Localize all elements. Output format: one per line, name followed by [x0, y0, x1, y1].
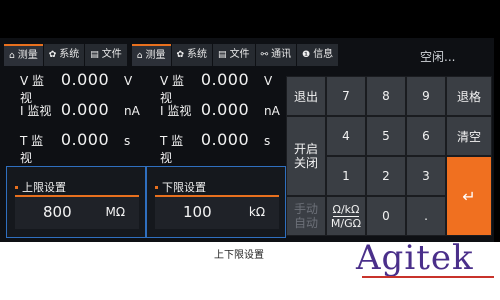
- key-1[interactable]: 1: [326, 156, 366, 196]
- tab-info[interactable]: ❶ 信息: [297, 44, 339, 66]
- monitor-row-current: I 监视 0.000 nA: [6, 100, 146, 130]
- info-icon: ❶: [302, 50, 311, 60]
- brand-logo: Agitek: [356, 238, 474, 278]
- gear-icon: ✿: [176, 50, 185, 60]
- bullet-icon: [15, 185, 18, 189]
- monitor-label: T 监视: [20, 134, 44, 165]
- manual-label: 手动: [293, 202, 318, 216]
- key-0[interactable]: 0: [366, 196, 406, 236]
- instrument-screen: ⌂ 测量 ✿ 系统 ▤ 文件 ⌂ 测量 ✿ 系统 ▤ 文件 ⚯ 通讯 ❶ 信息 …: [0, 38, 500, 242]
- monitor-value: 0.000: [200, 100, 250, 119]
- key-8[interactable]: 8: [366, 76, 406, 116]
- toggle-on-label: 开启: [293, 142, 318, 156]
- monitor-label: V 监视: [160, 74, 185, 105]
- monitor-label: T 监视: [160, 134, 184, 165]
- monitor-row-time: T 监视 0.000 s: [146, 130, 286, 165]
- monitor-unit: V: [124, 74, 133, 88]
- upper-limit-field[interactable]: 800 MΩ: [15, 195, 139, 229]
- key-4[interactable]: 4: [326, 116, 366, 156]
- auto-label: 自动: [293, 216, 318, 230]
- numeric-keypad: 退出 7 8 9 退格 开启 关闭 4 5 6 清空 1 2 3 ↵ 手动 自动…: [286, 76, 492, 236]
- unit-top-label: Ω/kΩ: [332, 202, 360, 217]
- tab-label: 系统: [59, 49, 80, 60]
- upper-limit-label: 上限设置: [22, 181, 66, 194]
- monitor-unit: V: [264, 74, 273, 88]
- monitor-value: 0.000: [200, 70, 250, 89]
- upper-limit-unit: MΩ: [105, 205, 125, 219]
- manual-auto-button[interactable]: 手动 自动: [286, 196, 326, 236]
- tab-system-left[interactable]: ✿ 系统: [43, 44, 85, 66]
- network-icon: ⚯: [260, 50, 269, 60]
- home-icon: ⌂: [136, 51, 143, 61]
- monitor-panel-left: V 监视 0.000 V I 监视 0.000 nA T 监视 0.000 s: [6, 70, 146, 166]
- exit-button[interactable]: 退出: [286, 76, 326, 116]
- tab-file-right[interactable]: ▤ 文件: [213, 44, 255, 66]
- tab-system-right[interactable]: ✿ 系统: [171, 44, 213, 66]
- key-5[interactable]: 5: [366, 116, 406, 156]
- monitor-value: 0.000: [60, 70, 110, 89]
- lower-limit-value: 100: [183, 203, 212, 221]
- lower-limit-box[interactable]: 下限设置 100 kΩ: [146, 166, 286, 238]
- device-bezel-top: [0, 0, 500, 38]
- tab-label: 信息: [313, 49, 334, 60]
- monitor-value: 0.000: [60, 130, 110, 149]
- monitor-unit: s: [124, 134, 131, 148]
- key-6[interactable]: 6: [406, 116, 446, 156]
- lower-limit-label: 下限设置: [162, 181, 206, 194]
- tab-label: 系统: [187, 49, 208, 60]
- key-9[interactable]: 9: [406, 76, 446, 116]
- monitor-row-current: I 监视 0.000 nA: [146, 100, 286, 130]
- upper-limit-title: 上限设置: [15, 179, 66, 195]
- tab-label: 测量: [17, 50, 38, 61]
- monitor-row-voltage: V 监视 0.000 V: [6, 70, 146, 105]
- monitor-row-time: T 监视 0.000 s: [6, 130, 146, 165]
- key-decimal[interactable]: .: [406, 196, 446, 236]
- clear-button[interactable]: 清空: [446, 116, 492, 156]
- toggle-off-label: 关闭: [293, 156, 318, 170]
- tab-label: 测量: [145, 50, 166, 61]
- bullet-icon: [155, 185, 158, 189]
- logo-underline: [362, 276, 494, 278]
- toggle-output-button[interactable]: 开启 关闭: [286, 116, 326, 196]
- backspace-button[interactable]: 退格: [446, 76, 492, 116]
- status-text: 空闲...: [420, 50, 456, 64]
- upper-limit-value: 800: [43, 203, 72, 221]
- tab-measure-right[interactable]: ⌂ 测量: [131, 44, 171, 66]
- monitor-value: 0.000: [200, 130, 250, 149]
- monitor-panel-right: V 监视 0.000 V I 监视 0.000 nA T 监视 0.000 s: [146, 70, 286, 166]
- tab-measure-left[interactable]: ⌂ 测量: [4, 44, 43, 66]
- gear-icon: ✿: [48, 50, 57, 60]
- unit-bottom-label: M/GΩ: [330, 216, 362, 230]
- lower-limit-title: 下限设置: [155, 179, 206, 195]
- key-7[interactable]: 7: [326, 76, 366, 116]
- monitor-unit: s: [264, 134, 271, 148]
- lower-limit-field[interactable]: 100 kΩ: [155, 195, 279, 229]
- unit-switch-button[interactable]: Ω/kΩ M/GΩ: [326, 196, 366, 236]
- tab-communication[interactable]: ⚯ 通讯: [255, 44, 297, 66]
- file-icon: ▤: [218, 50, 227, 60]
- key-3[interactable]: 3: [406, 156, 446, 196]
- monitor-label: I 监视: [160, 104, 192, 118]
- monitor-row-voltage: V 监视 0.000 V: [146, 70, 286, 105]
- monitor-value: 0.000: [60, 100, 110, 119]
- tab-label: 通讯: [271, 49, 292, 60]
- tab-label: 文件: [101, 49, 122, 60]
- upper-limit-box[interactable]: 上限设置 800 MΩ: [6, 166, 146, 238]
- monitor-unit: nA: [124, 104, 140, 118]
- toolbar: ⌂ 测量 ✿ 系统 ▤ 文件 ⌂ 测量 ✿ 系统 ▤ 文件 ⚯ 通讯 ❶ 信息: [4, 44, 339, 66]
- device-bezel-right: [494, 38, 500, 242]
- monitor-unit: nA: [264, 104, 280, 118]
- key-2[interactable]: 2: [366, 156, 406, 196]
- lower-limit-unit: kΩ: [248, 205, 265, 219]
- enter-button[interactable]: ↵: [446, 156, 492, 236]
- monitor-label: V 监视: [20, 74, 45, 105]
- tab-file-left[interactable]: ▤ 文件: [85, 44, 127, 66]
- monitor-label: I 监视: [20, 104, 52, 118]
- tab-label: 文件: [229, 49, 250, 60]
- home-icon: ⌂: [9, 51, 15, 61]
- file-icon: ▤: [90, 50, 99, 60]
